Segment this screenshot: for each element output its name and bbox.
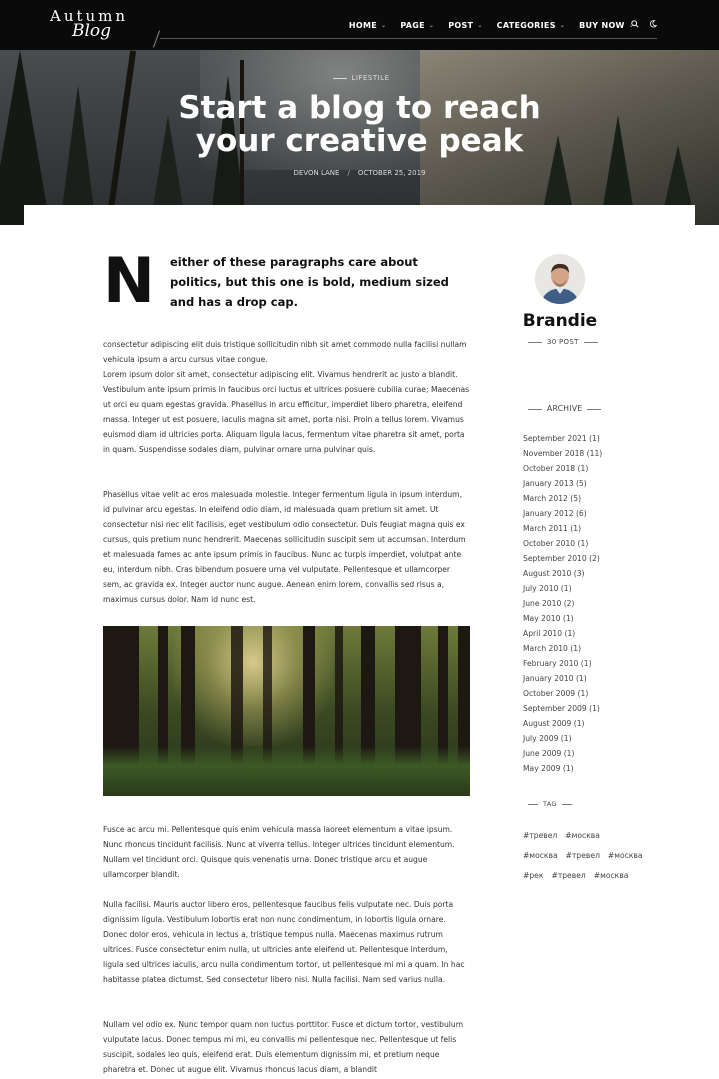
tag-row: #тревел #москва [523, 826, 663, 846]
header-rule [160, 38, 657, 39]
nav-categories[interactable]: CATEGORIES ⌄ [497, 21, 565, 30]
heading-dash [528, 803, 538, 805]
tag-cloud: #тревел #москва #москва #тревел #москва #ре… [523, 826, 663, 886]
archive-link[interactable]: June 2009 (1) [523, 746, 643, 761]
heading-dash [587, 408, 602, 410]
archive-link[interactable]: March 2012 (5) [523, 491, 643, 506]
article-paragraph: Lorem ipsum dolor sit amet, consectetur … [103, 370, 470, 454]
nav-page[interactable]: PAGE ⌄ [400, 21, 434, 30]
archive-link[interactable]: June 2010 (2) [523, 596, 643, 611]
archive-link[interactable]: May 2010 (1) [523, 611, 643, 626]
post-count-label: 30 POST [547, 338, 579, 346]
nav-categories-label: CATEGORIES [496, 21, 556, 30]
post-title-line-1: Start a blog to reach [178, 90, 541, 126]
post-title: Start a blog to reach your creative peak [0, 92, 719, 158]
nav-home-label: HOME [348, 21, 378, 30]
meta-separator: / [347, 169, 350, 177]
nav-post[interactable]: POST ⌄ [448, 21, 482, 30]
heading-dash [583, 341, 598, 343]
article-paragraph: Nullam vel odio ex. Nunc tempor quam non… [103, 1020, 464, 1074]
author-post-count: 30 POST [523, 338, 603, 346]
heading-dash [561, 803, 572, 805]
nav-buy-now-label: BUY NOW [579, 21, 625, 30]
tag-link[interactable]: #рек [523, 871, 543, 880]
image-forest-floor [103, 746, 470, 796]
tag-link[interactable]: #тревел [566, 851, 600, 860]
heading-dash [528, 408, 542, 410]
search-icon[interactable] [631, 20, 639, 28]
tag-heading: TAG [523, 800, 577, 808]
archive-link[interactable]: April 2010 (1) [523, 626, 643, 641]
drop-cap: N [103, 244, 155, 317]
article-paragraph: Nulla facilisi. Mauris auctor libero ero… [103, 900, 465, 984]
archive-link[interactable]: March 2010 (1) [523, 641, 643, 656]
article-intro: N either of these paragraphs care about … [103, 244, 470, 317]
site-header: Autumn Blog HOME ⌄ PAGE ⌄ POST ⌄ CATEGORIES… [0, 0, 719, 50]
tag-link[interactable]: #москва [565, 831, 600, 840]
chevron-down-icon: ⌄ [428, 22, 435, 29]
tag-row: #рек #тревел #москва [523, 866, 663, 886]
article-paragraph: Fusce ac arcu mi. Pellentesque quis enim… [103, 825, 455, 879]
archive-link[interactable]: February 2010 (1) [523, 656, 643, 671]
archive-link[interactable]: August 2009 (1) [523, 716, 643, 731]
post-meta: DEVON LANE / OCTOBER 25, 2019 [0, 169, 719, 177]
tag-title: TAG [543, 800, 557, 808]
tag-link[interactable]: #москва [594, 871, 629, 880]
archive-link[interactable]: January 2013 (5) [523, 476, 643, 491]
site-logo[interactable]: Autumn Blog [48, 7, 168, 43]
nav-buy-now[interactable]: BUY NOW ⌄ [579, 21, 634, 30]
heading-dash [528, 341, 542, 343]
nav-post-label: POST [448, 21, 474, 30]
article-image [103, 626, 470, 796]
archive-link[interactable]: September 2021 (1) [523, 431, 643, 446]
archive-link[interactable]: January 2010 (1) [523, 671, 643, 686]
archive-title: ARCHIVE [547, 404, 583, 413]
archive-link[interactable]: August 2010 (3) [523, 566, 643, 581]
moon-icon[interactable] [649, 20, 657, 28]
archive-link[interactable]: October 2009 (1) [523, 686, 643, 701]
archive-link[interactable]: July 2010 (1) [523, 581, 643, 596]
tag-link[interactable]: #тревел [551, 871, 585, 880]
author-name[interactable]: Brandie [505, 311, 615, 331]
article-paragraph: Phasellus vitae velit ac eros malesuada … [103, 490, 466, 604]
archive-link[interactable]: July 2009 (1) [523, 731, 643, 746]
archive-link[interactable]: September 2010 (2) [523, 551, 643, 566]
archive-link[interactable]: September 2009 (1) [523, 701, 643, 716]
main-nav: HOME ⌄ PAGE ⌄ POST ⌄ CATEGORIES ⌄ BUY NOW ⌄ [349, 21, 634, 30]
avatar[interactable] [535, 254, 585, 304]
tag-row: #москва #тревел #москва [523, 846, 663, 866]
post-date: OCTOBER 25, 2019 [357, 169, 426, 177]
tag-link[interactable]: #москва [608, 851, 643, 860]
chevron-down-icon: ⌄ [477, 22, 483, 29]
post-author[interactable]: DEVON LANE [294, 169, 340, 177]
post-title-line-2: your creative peak [195, 123, 524, 159]
intro-text: either of these paragraphs care about po… [170, 255, 449, 309]
logo-script: Blog [72, 21, 112, 41]
article-paragraph: consectetur adipiscing elit duis tristiq… [103, 340, 467, 364]
archive-link[interactable]: January 2012 (6) [523, 506, 643, 521]
nav-page-label: PAGE [400, 21, 425, 30]
post-category-label: LIFESTILE [351, 74, 390, 82]
archive-heading: ARCHIVE [523, 404, 606, 413]
tag-link[interactable]: #москва [523, 851, 558, 860]
archive-link[interactable]: March 2011 (1) [523, 521, 643, 536]
post-category[interactable]: LIFESTILE [0, 74, 719, 82]
header-icons [631, 20, 657, 28]
chevron-down-icon: ⌄ [559, 22, 566, 29]
archive-link[interactable]: November 2018 (11) [523, 446, 643, 461]
category-dash [333, 77, 348, 79]
archive-list: September 2021 (1) November 2018 (11) Oc… [523, 431, 643, 776]
chevron-down-icon: ⌄ [381, 22, 387, 29]
nav-home[interactable]: HOME ⌄ [349, 21, 386, 30]
archive-link[interactable]: October 2018 (1) [523, 461, 643, 476]
archive-link[interactable]: May 2009 (1) [523, 761, 643, 776]
tag-link[interactable]: #тревел [523, 831, 557, 840]
archive-link[interactable]: October 2010 (1) [523, 536, 643, 551]
